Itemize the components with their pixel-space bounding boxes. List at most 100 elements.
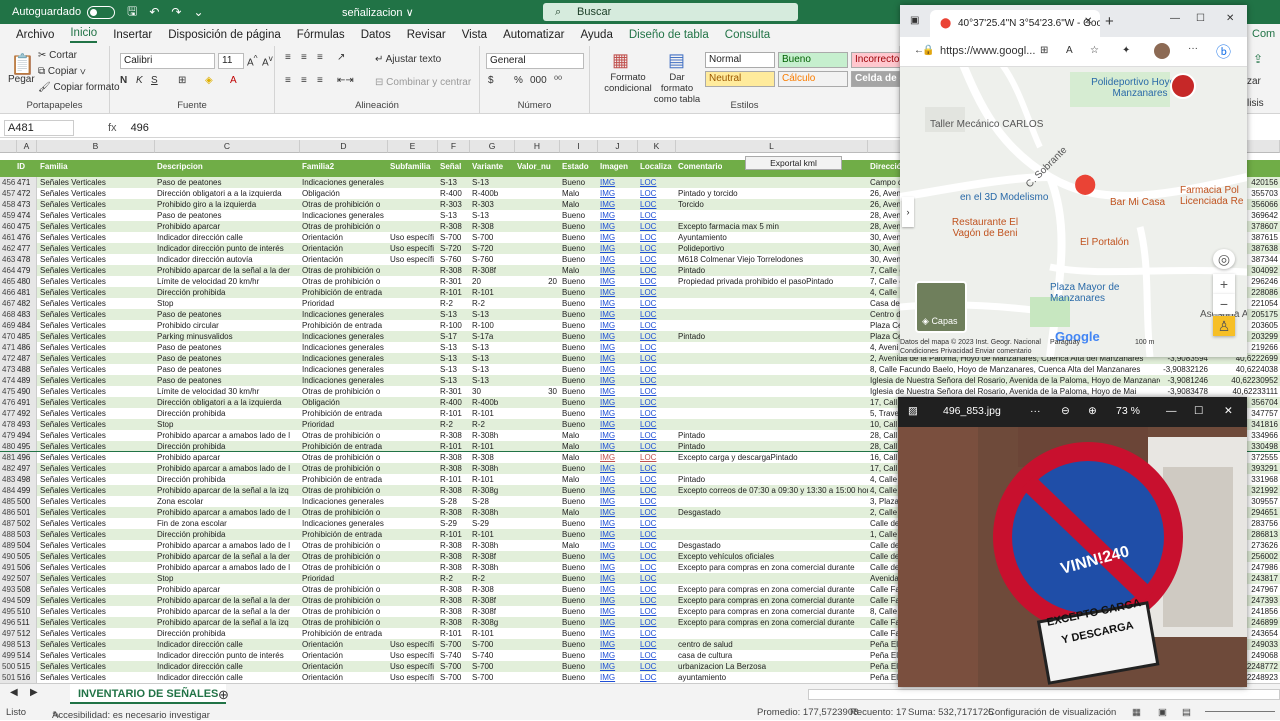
cell-sen[interactable]: R-308	[440, 463, 470, 474]
cell-sen[interactable]: S-700	[440, 639, 470, 650]
cell-id[interactable]: 500	[17, 496, 39, 507]
cell-var[interactable]: R-2	[472, 419, 515, 430]
next-sheet-icon[interactable]: ▶	[30, 687, 38, 698]
cell-var[interactable]: R-308	[472, 221, 515, 232]
location-link[interactable]: LOC	[640, 386, 676, 397]
cell-desc[interactable]: Prohibido aparcar a amabos lado de l	[157, 430, 300, 441]
header-id[interactable]: ID	[17, 162, 25, 171]
format-painter-button[interactable]: 🖌 Copiar formato	[38, 82, 120, 93]
location-link[interactable]: LOC	[640, 584, 676, 595]
cell-sen[interactable]: R-2	[440, 298, 470, 309]
cell-sub[interactable]	[390, 617, 438, 628]
tab-disposicion[interactable]: Disposición de página	[168, 29, 281, 41]
cell-com[interactable]: Desgastado	[678, 507, 868, 518]
italic-button[interactable]: K	[136, 75, 143, 86]
cell-est[interactable]: Bueno	[562, 551, 598, 562]
cell-desc[interactable]: Indicador dirección autovía	[157, 254, 300, 265]
cell-desc[interactable]: Prohibido aparcar a amabos lado de l	[157, 562, 300, 573]
image-link[interactable]: IMG	[600, 463, 636, 474]
location-link[interactable]: LOC	[640, 551, 676, 562]
cell-var[interactable]: R-400b	[472, 397, 515, 408]
header-direccion[interactable]: Direcció	[870, 162, 902, 171]
cell-val[interactable]: 20	[517, 276, 557, 287]
document-title[interactable]: señalizacion ∨	[342, 6, 414, 19]
column-header[interactable]: I	[560, 140, 598, 153]
cell-desc[interactable]: Dirección prohibida	[157, 529, 300, 540]
cell-desc[interactable]: Stop	[157, 298, 300, 309]
cell-id[interactable]: 516	[17, 672, 39, 683]
cell-dir[interactable]: Iglesia de Nuestra Señora del Rosario, A…	[870, 375, 1160, 386]
cell-id[interactable]: 487	[17, 353, 39, 364]
cell-val[interactable]	[517, 529, 557, 540]
minimize-icon[interactable]: —	[1166, 405, 1177, 417]
cell-fam[interactable]: Señales Verticales	[40, 628, 155, 639]
style-neutral[interactable]: Neutral	[705, 71, 775, 87]
font-size-select[interactable]: 11	[218, 53, 244, 69]
cell-sen[interactable]: R-100	[440, 320, 470, 331]
cell-val[interactable]	[517, 551, 557, 562]
cell-desc[interactable]: Dirección prohibida	[157, 474, 300, 485]
cell-fam[interactable]: Señales Verticales	[40, 265, 155, 276]
location-link[interactable]: LOC	[640, 177, 676, 188]
cell-com[interactable]	[678, 518, 868, 529]
cell-sen[interactable]: R-308	[440, 551, 470, 562]
location-link[interactable]: LOC	[640, 672, 676, 683]
cell-id[interactable]: 509	[17, 595, 39, 606]
location-link[interactable]: LOC	[640, 210, 676, 221]
image-link[interactable]: IMG	[600, 287, 636, 298]
conditional-format-button[interactable]: Formato condicional	[602, 72, 654, 94]
cell-id[interactable]: 477	[17, 243, 39, 254]
cell-sub[interactable]	[390, 342, 438, 353]
location-link[interactable]: LOC	[640, 606, 676, 617]
cell-sub[interactable]	[390, 287, 438, 298]
cell-val[interactable]	[517, 617, 557, 628]
cell-com[interactable]	[678, 529, 868, 540]
cell-com[interactable]	[678, 177, 868, 188]
cell-fam2[interactable]: Indicaciones generales	[302, 375, 388, 386]
cell-var[interactable]: R-101	[472, 441, 515, 452]
percent-icon[interactable]: %	[514, 75, 523, 86]
cell-sub[interactable]	[390, 507, 438, 518]
image-link[interactable]: IMG	[600, 430, 636, 441]
column-header[interactable]: F	[438, 140, 470, 153]
align-top-icon[interactable]: ≡	[285, 52, 291, 63]
cell-val[interactable]	[517, 573, 557, 584]
cell-fam[interactable]: Señales Verticales	[40, 342, 155, 353]
cell-id[interactable]: 493	[17, 419, 39, 430]
cell-sen[interactable]: R-2	[440, 573, 470, 584]
cell-var[interactable]: R-100	[472, 320, 515, 331]
cell-com[interactable]	[678, 419, 868, 430]
image-link[interactable]: IMG	[600, 342, 636, 353]
cell-desc[interactable]: Límite de velocidad 20 km/hr	[157, 276, 300, 287]
cell-var[interactable]: S-13	[472, 177, 515, 188]
cell-com[interactable]	[678, 364, 868, 375]
cell-fam[interactable]: Señales Verticales	[40, 287, 155, 298]
cell-fam2[interactable]: Otras de prohibición o	[302, 551, 388, 562]
cell-var[interactable]: R-308	[472, 584, 515, 595]
cell-desc[interactable]: Prohibido aparcar de la señal a la der	[157, 551, 300, 562]
orientation-icon[interactable]: ↗	[337, 52, 345, 63]
cell-val[interactable]	[517, 474, 557, 485]
maximize-icon[interactable]: ☐	[1194, 405, 1203, 417]
cell-id[interactable]: 483	[17, 309, 39, 320]
location-link[interactable]: LOC	[640, 243, 676, 254]
cell-id[interactable]: 481	[17, 287, 39, 298]
cell-est[interactable]: Malo	[562, 540, 598, 551]
cell-sen[interactable]: S-760	[440, 254, 470, 265]
cell-est[interactable]: Bueno	[562, 496, 598, 507]
grow-font-icon[interactable]: A^	[247, 53, 258, 68]
location-link[interactable]: LOC	[640, 452, 676, 463]
cell-var[interactable]: R-400b	[472, 188, 515, 199]
new-tab-icon[interactable]: +	[1105, 13, 1114, 30]
cell-est[interactable]: Bueno	[562, 309, 598, 320]
cell-sub[interactable]	[390, 298, 438, 309]
cell-id[interactable]: 486	[17, 342, 39, 353]
cell-est[interactable]: Bueno	[562, 595, 598, 606]
cell-com[interactable]: Excepto para compras en zona comercial d…	[678, 606, 868, 617]
cell-fam2[interactable]: Orientación	[302, 232, 388, 243]
cell-fam2[interactable]: Prohibición de entrada	[302, 441, 388, 452]
save-icon[interactable]: 🖫	[127, 2, 137, 23]
map-view[interactable]: Polideportivo Hoyo de Manzanares Taller …	[900, 67, 1247, 357]
cell-est[interactable]: Malo	[562, 430, 598, 441]
cell-sub[interactable]	[390, 628, 438, 639]
